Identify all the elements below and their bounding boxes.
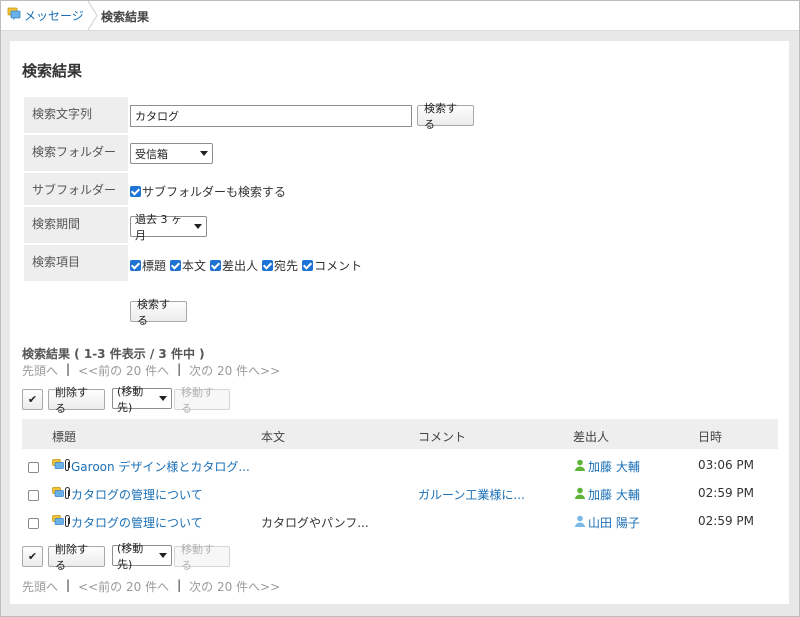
period-select-value: 過去 3 ヶ月	[135, 212, 182, 242]
breadcrumb-home[interactable]: メッセージ	[7, 7, 84, 24]
column-comment[interactable]: コメント	[418, 428, 466, 445]
item-checkbox-body[interactable]	[170, 260, 182, 271]
row-subject-link[interactable]: カタログの管理について	[71, 514, 203, 531]
item-label-comment: コメント	[314, 259, 363, 273]
pager-first: 先頭へ	[22, 580, 59, 594]
pager-separator: |	[177, 578, 182, 592]
row-time: 02:59 PM	[698, 514, 754, 528]
column-subject[interactable]: 標題	[52, 428, 76, 445]
pager-next: 次の 20 件へ>>	[189, 364, 281, 378]
subfolder-checkbox[interactable]	[130, 186, 141, 197]
item-checkbox-sender[interactable]	[210, 260, 222, 271]
row-checkbox[interactable]	[28, 490, 39, 501]
pager-separator: |	[177, 362, 182, 376]
results-summary: 検索結果 ( 1-3 件表示 / 3 件中 )	[22, 347, 205, 361]
item-label-body: 本文	[182, 259, 207, 273]
subfolder-option[interactable]: サブフォルダーも検索する	[130, 183, 290, 200]
message-icon	[7, 7, 21, 24]
keyword-search-button[interactable]: 検索する	[417, 102, 474, 131]
row-time: 02:59 PM	[698, 486, 754, 500]
chevron-down-icon	[159, 553, 167, 558]
pager-top: 先頭へ | <<前の 20 件へ | 次の 20 件へ>>	[22, 362, 280, 379]
move-target-select[interactable]: (移動先)	[112, 542, 172, 571]
column-sender[interactable]: 差出人	[573, 428, 609, 445]
pager-separator: |	[66, 362, 71, 376]
move-target-value: (移動先)	[117, 384, 144, 414]
row-comment-link[interactable]: ガルーン工業様に...	[418, 486, 525, 503]
chevron-down-icon	[159, 396, 167, 401]
breadcrumb-separator	[87, 1, 98, 30]
folder-select-value: 受信箱	[135, 147, 168, 161]
subfolder-checkbox-label: サブフォルダーも検索する	[142, 185, 287, 199]
check-all-button[interactable]: ✔	[22, 546, 43, 567]
content-frame: 検索結果 検索文字列 検索する 検索フォルダー 受信箱 サブフォルダー サブフォ…	[1, 31, 799, 616]
period-label: 検索期間	[24, 207, 128, 243]
row-sender-link[interactable]: 加藤 大輔	[588, 458, 640, 475]
check-all-button[interactable]: ✔	[22, 389, 43, 410]
pager-bottom: 先頭へ | <<前の 20 件へ | 次の 20 件へ>>	[22, 578, 280, 595]
item-checkbox-recipient[interactable]	[262, 260, 274, 271]
user-green-icon	[574, 459, 586, 474]
user-blue-icon	[574, 515, 586, 530]
item-checkbox-subject[interactable]	[130, 260, 141, 271]
chevron-down-icon	[194, 224, 202, 229]
keyword-input[interactable]	[130, 105, 412, 127]
breadcrumb-current: 検索結果	[101, 10, 150, 24]
item-label-subject: 標題	[142, 259, 167, 273]
move-button[interactable]: 移動する	[174, 543, 230, 572]
search-panel: 検索結果 検索文字列 検索する 検索フォルダー 受信箱 サブフォルダー サブフォ…	[10, 41, 789, 604]
table-row: カタログの管理について カタログやパンフ... 山田 陽子 02:59 PM	[22, 507, 778, 535]
move-button[interactable]: 移動する	[174, 386, 230, 415]
subfolder-label: サブフォルダー	[24, 173, 128, 205]
table-row: Garoon デザイン様とカタログ... 加藤 大輔 03:06 PM	[22, 451, 778, 479]
row-body: カタログやパンフ...	[261, 516, 369, 530]
folder-label: 検索フォルダー	[24, 135, 128, 171]
delete-button[interactable]: 削除する	[48, 543, 105, 572]
column-date[interactable]: 日時	[698, 428, 722, 445]
column-body[interactable]: 本文	[261, 428, 285, 445]
page-title: 検索結果	[22, 62, 83, 80]
pager-prev: <<前の 20 件へ	[78, 580, 170, 594]
user-green-icon	[574, 487, 586, 502]
paperclip-icon	[64, 514, 71, 531]
message-icon	[52, 515, 64, 530]
row-checkbox[interactable]	[28, 462, 39, 473]
keyword-label: 検索文字列	[24, 97, 128, 133]
pager-prev: <<前の 20 件へ	[78, 364, 170, 378]
breadcrumb: メッセージ 検索結果	[1, 1, 799, 31]
search-submit-button[interactable]: 検索する	[130, 298, 187, 327]
paperclip-icon	[64, 458, 71, 475]
row-sender-link[interactable]: 山田 陽子	[588, 514, 640, 531]
table-row: カタログの管理について ガルーン工業様に... 加藤 大輔 02:59 PM	[22, 479, 778, 507]
row-time: 03:06 PM	[698, 458, 754, 472]
message-icon	[52, 459, 64, 474]
item-label-sender: 差出人	[222, 259, 259, 273]
items-options: 標題 本文 差出人 宛先 コメント	[130, 257, 366, 274]
row-checkbox[interactable]	[28, 518, 39, 529]
delete-button[interactable]: 削除する	[48, 386, 105, 415]
row-sender-link[interactable]: 加藤 大輔	[588, 486, 640, 503]
item-label-recipient: 宛先	[274, 259, 299, 273]
row-subject-link[interactable]: Garoon デザイン様とカタログ...	[71, 458, 250, 475]
item-checkbox-comment[interactable]	[302, 260, 314, 271]
move-target-value: (移動先)	[117, 541, 144, 571]
paperclip-icon	[64, 486, 71, 503]
results-table-header: 標題 本文 コメント 差出人 日時	[22, 419, 778, 449]
pager-first: 先頭へ	[22, 364, 59, 378]
breadcrumb-home-link[interactable]: メッセージ	[24, 7, 84, 24]
message-icon	[52, 487, 64, 502]
pager-separator: |	[66, 578, 71, 592]
row-subject-link[interactable]: カタログの管理について	[71, 486, 203, 503]
items-label: 検索項目	[24, 245, 128, 281]
pager-next: 次の 20 件へ>>	[189, 580, 281, 594]
period-select[interactable]: 過去 3 ヶ月	[130, 213, 207, 242]
chevron-down-icon	[200, 151, 208, 156]
folder-select[interactable]: 受信箱	[130, 143, 213, 164]
move-target-select[interactable]: (移動先)	[112, 385, 172, 414]
